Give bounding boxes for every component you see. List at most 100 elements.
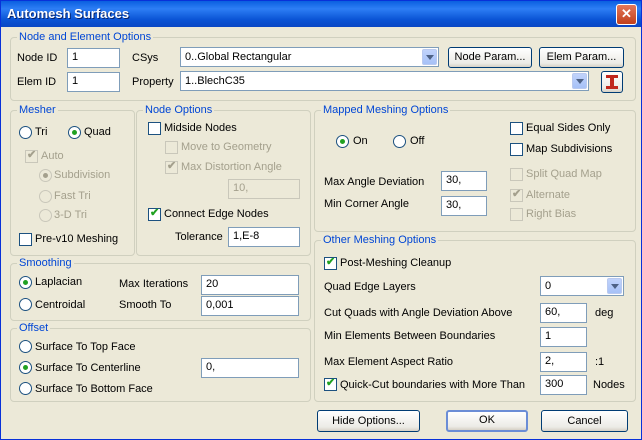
smooth-to-input[interactable]: 0,001 bbox=[201, 296, 299, 316]
deg-unit: deg bbox=[595, 307, 614, 319]
laplacian-radio[interactable] bbox=[19, 276, 32, 289]
max-distortion-label: Max Distortion Angle bbox=[181, 161, 282, 173]
chevron-down-icon[interactable] bbox=[607, 278, 622, 294]
cleanup-checkbox[interactable]: ✔ bbox=[324, 256, 337, 270]
chevron-down-icon[interactable] bbox=[572, 73, 587, 89]
csys-value: 0..Global Rectangular bbox=[185, 51, 292, 63]
node-param-button[interactable]: Node Param... bbox=[448, 47, 532, 68]
midside-checkbox[interactable] bbox=[148, 122, 161, 135]
auto-label: Auto bbox=[41, 150, 64, 162]
centerline-radio[interactable] bbox=[19, 361, 32, 374]
quad-radio[interactable] bbox=[68, 126, 81, 139]
max-angle-label: Max Angle Deviation bbox=[324, 176, 425, 188]
group-title: Other Meshing Options bbox=[321, 234, 439, 246]
bottom-face-radio[interactable] bbox=[19, 382, 32, 395]
property-label: Property bbox=[132, 76, 174, 88]
laplacian-label: Laplacian bbox=[35, 276, 83, 288]
centroidal-radio[interactable] bbox=[19, 298, 32, 311]
group-title: Node and Element Options bbox=[17, 31, 154, 43]
aspect-ratio-label: Max Element Aspect Ratio bbox=[324, 356, 454, 368]
offset-value-input[interactable]: 0, bbox=[201, 358, 299, 378]
group-title: Mapped Meshing Options bbox=[321, 104, 451, 116]
right-bias-checkbox[interactable] bbox=[510, 208, 523, 221]
chevron-down-icon[interactable] bbox=[422, 49, 437, 65]
centroidal-label: Centroidal bbox=[35, 299, 86, 311]
fast-tri-label: Fast Tri bbox=[54, 190, 91, 202]
move-geometry-checkbox[interactable] bbox=[165, 141, 178, 154]
mapped-off-label: Off bbox=[410, 135, 425, 147]
mapped-off-radio[interactable] bbox=[393, 135, 406, 148]
cut-quads-input[interactable]: 60, bbox=[540, 303, 587, 323]
window-title: Automesh Surfaces bbox=[7, 6, 130, 21]
right-bias-label: Right Bias bbox=[526, 208, 577, 220]
mapped-on-radio[interactable] bbox=[336, 135, 349, 148]
node-id-label: Node ID bbox=[17, 52, 58, 64]
csys-select[interactable]: 0..Global Rectangular bbox=[180, 47, 439, 67]
fast-tri-radio[interactable] bbox=[39, 190, 52, 203]
tri3d-radio[interactable] bbox=[39, 209, 52, 222]
aspect-ratio-input[interactable]: 2, bbox=[540, 352, 587, 372]
elem-id-input[interactable]: 1 bbox=[67, 72, 120, 92]
subdivision-radio[interactable] bbox=[39, 169, 52, 182]
group-title: Offset bbox=[17, 322, 51, 334]
elem-param-button[interactable]: Elem Param... bbox=[539, 47, 624, 68]
connect-edge-label: Connect Edge Nodes bbox=[164, 208, 269, 220]
quick-cut-checkbox[interactable]: ✔ bbox=[324, 377, 337, 391]
automesh-dialog: Automesh Surfaces ✕ Node and Element Opt… bbox=[0, 0, 642, 440]
min-corner-label: Min Corner Angle bbox=[324, 198, 409, 210]
top-face-radio[interactable] bbox=[19, 340, 32, 353]
tri3d-label: 3-D Tri bbox=[54, 209, 87, 221]
cleanup-label: Post-Meshing Cleanup bbox=[340, 257, 452, 269]
centerline-label: Surface To Centerline bbox=[35, 362, 141, 374]
distortion-angle-input[interactable]: 10, bbox=[228, 179, 300, 199]
bottom-face-label: Surface To Bottom Face bbox=[35, 383, 153, 395]
connect-edge-checkbox[interactable]: ✔ bbox=[148, 207, 161, 221]
min-between-input[interactable]: 1 bbox=[540, 327, 587, 347]
property-select[interactable]: 1..BlechC35 bbox=[180, 71, 589, 91]
top-face-label: Surface To Top Face bbox=[35, 341, 136, 353]
equal-sides-checkbox[interactable] bbox=[510, 122, 523, 135]
move-geometry-label: Move to Geometry bbox=[181, 141, 272, 153]
node-id-input[interactable]: 1 bbox=[67, 48, 120, 68]
ok-button[interactable]: OK bbox=[446, 410, 528, 432]
property-value: 1..BlechC35 bbox=[185, 75, 245, 87]
hide-options-button[interactable]: Hide Options... bbox=[317, 410, 420, 432]
subdivision-label: Subdivision bbox=[54, 169, 111, 181]
min-corner-input[interactable]: 30, bbox=[441, 196, 487, 216]
ratio-unit: :1 bbox=[595, 356, 605, 368]
min-between-label: Min Elements Between Boundaries bbox=[324, 330, 496, 342]
ibeam-icon bbox=[606, 75, 618, 89]
tri-label: Tri bbox=[35, 126, 48, 138]
quick-cut-input[interactable]: 300 bbox=[540, 375, 587, 395]
quad-layers-select[interactable]: 0 bbox=[540, 276, 624, 296]
property-picker-button[interactable] bbox=[601, 71, 623, 93]
max-distortion-checkbox[interactable]: ✔ bbox=[165, 160, 178, 174]
map-subdivisions-label: Map Subdivisions bbox=[526, 143, 613, 155]
quad-layers-value: 0 bbox=[545, 280, 552, 292]
tolerance-input[interactable]: 1,E-8 bbox=[228, 227, 300, 247]
map-subdivisions-checkbox[interactable] bbox=[510, 143, 523, 156]
auto-checkbox[interactable]: ✔ bbox=[25, 149, 38, 163]
tolerance-label: Tolerance bbox=[175, 231, 223, 243]
csys-label: CSys bbox=[132, 52, 159, 64]
split-quad-label: Split Quad Map bbox=[526, 168, 602, 180]
max-iterations-input[interactable]: 20 bbox=[201, 275, 299, 295]
cut-quads-label: Cut Quads with Angle Deviation Above bbox=[324, 307, 513, 319]
prev10-checkbox[interactable] bbox=[19, 233, 32, 246]
prev10-label: Pre-v10 Meshing bbox=[35, 233, 119, 245]
nodes-unit: Nodes bbox=[593, 379, 625, 391]
cancel-button[interactable]: Cancel bbox=[541, 410, 628, 432]
midside-label: Midside Nodes bbox=[164, 122, 237, 134]
group-title: Smoothing bbox=[17, 257, 74, 269]
quad-label: Quad bbox=[84, 126, 111, 138]
max-angle-input[interactable]: 30, bbox=[441, 171, 487, 191]
group-title: Mesher bbox=[17, 104, 58, 116]
alternate-checkbox[interactable]: ✔ bbox=[510, 188, 523, 202]
close-button[interactable]: ✕ bbox=[616, 4, 637, 25]
split-quad-checkbox[interactable] bbox=[510, 168, 523, 181]
tri-radio[interactable] bbox=[19, 126, 32, 139]
equal-sides-label: Equal Sides Only bbox=[526, 122, 611, 134]
quick-cut-label: Quick-Cut boundaries with More Than bbox=[340, 379, 526, 391]
elem-id-label: Elem ID bbox=[17, 76, 57, 88]
alternate-label: Alternate bbox=[526, 189, 571, 201]
